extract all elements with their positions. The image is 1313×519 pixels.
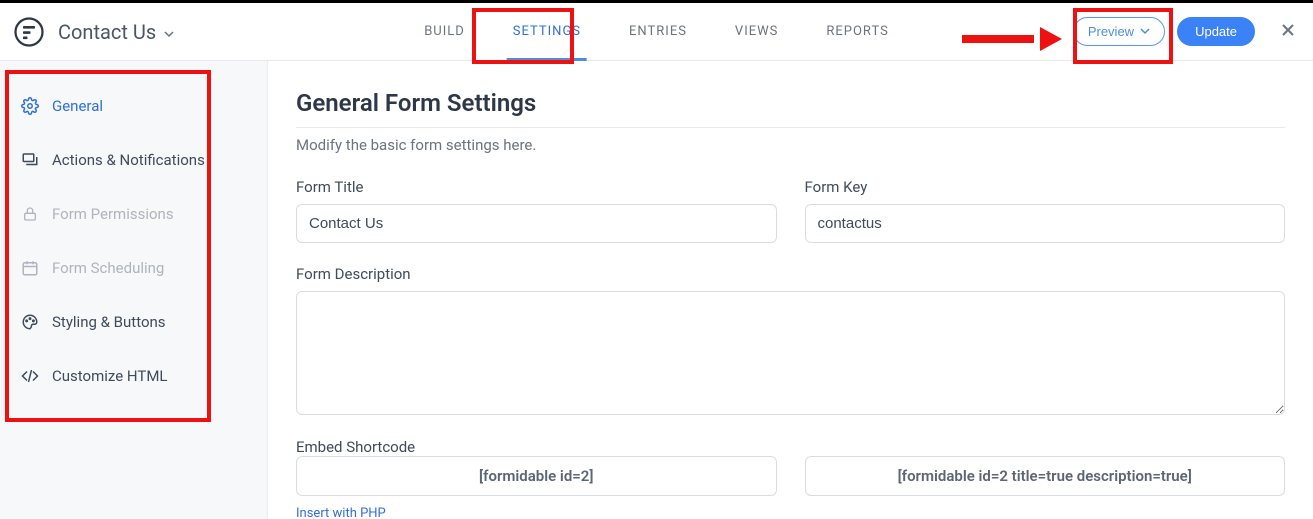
sidebar-item-styling[interactable]: Styling & Buttons — [0, 295, 267, 349]
tab-entries[interactable]: ENTRIES — [605, 3, 711, 60]
sidebar-item-label: Styling & Buttons — [52, 313, 166, 331]
tab-label: SETTINGS — [513, 24, 581, 39]
update-button[interactable]: Update — [1177, 17, 1255, 46]
preview-button-label: Preview — [1088, 24, 1134, 39]
gear-icon — [20, 97, 40, 115]
sidebar-item-general[interactable]: General — [0, 79, 267, 133]
update-button-label: Update — [1195, 24, 1237, 39]
caret-down-icon — [164, 20, 174, 44]
page-title: General Form Settings — [296, 89, 1285, 117]
page-subtitle: Modify the basic form settings here. — [296, 136, 1285, 154]
embed-shortcode-short[interactable]: [formidable id=2] — [296, 456, 777, 496]
form-title-label: Form Title — [296, 178, 777, 196]
sidebar-item-label: Form Scheduling — [52, 259, 164, 277]
header-tabs: BUILD SETTINGS ENTRIES VIEWS REPORTS — [400, 3, 913, 60]
tab-label: VIEWS — [735, 24, 778, 39]
close-button[interactable] — [1273, 17, 1303, 47]
sidebar-item-scheduling[interactable]: Form Scheduling — [0, 241, 267, 295]
form-switcher-label: Contact Us — [58, 20, 156, 44]
sidebar-item-label: Actions & Notifications — [52, 151, 205, 169]
calendar-icon — [20, 259, 40, 277]
tab-settings[interactable]: SETTINGS — [489, 3, 605, 60]
layers-icon — [20, 151, 40, 169]
sidebar-item-customize-html[interactable]: Customize HTML — [0, 349, 267, 403]
form-description-input[interactable] — [296, 291, 1285, 415]
tab-reports[interactable]: REPORTS — [802, 3, 912, 60]
form-description-label: Form Description — [296, 265, 1285, 283]
form-switcher[interactable]: Contact Us — [58, 20, 174, 44]
sidebar-item-label: Form Permissions — [52, 205, 174, 223]
sidebar-item-label: General — [52, 97, 103, 115]
sidebar-item-permissions[interactable]: Form Permissions — [0, 187, 267, 241]
sidebar-item-actions[interactable]: Actions & Notifications — [0, 133, 267, 187]
insert-with-php-link[interactable]: Insert with PHP — [296, 506, 386, 519]
form-key-label: Form Key — [805, 178, 1286, 196]
app-logo-icon — [14, 17, 44, 47]
sidebar-item-label: Customize HTML — [52, 367, 168, 385]
tab-build[interactable]: BUILD — [400, 3, 489, 60]
palette-icon — [20, 313, 40, 331]
embed-shortcode-long[interactable]: [formidable id=2 title=true description=… — [805, 456, 1286, 496]
app-header: Contact Us BUILD SETTINGS ENTRIES VIEWS … — [0, 3, 1313, 61]
tab-label: BUILD — [424, 24, 465, 39]
code-icon — [20, 367, 40, 385]
lock-icon — [20, 205, 40, 223]
tab-label: ENTRIES — [629, 24, 687, 39]
divider — [296, 127, 1285, 128]
caret-down-icon — [1140, 24, 1150, 39]
embed-shortcode-label: Embed Shortcode — [296, 438, 415, 456]
preview-button[interactable]: Preview — [1073, 17, 1165, 46]
close-icon — [1281, 21, 1295, 42]
form-title-input[interactable] — [296, 204, 777, 243]
settings-sidebar: General Actions & Notifications Form Per… — [0, 61, 268, 519]
form-key-input[interactable] — [805, 204, 1286, 243]
main-panel: General Form Settings Modify the basic f… — [268, 61, 1313, 519]
tab-views[interactable]: VIEWS — [711, 3, 802, 60]
tab-label: REPORTS — [826, 24, 888, 39]
